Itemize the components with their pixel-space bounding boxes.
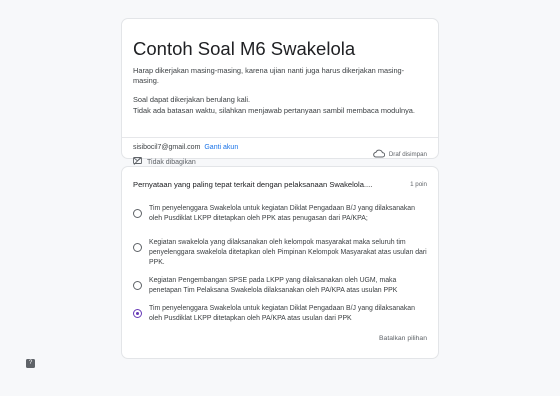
- draft-status-label: Draf disimpan: [388, 151, 427, 158]
- option-label: Tim penyelenggara Swakelola untuk kegiat…: [149, 205, 415, 222]
- form-description: Harap dikerjakan masing-masing, karena u…: [133, 66, 428, 116]
- radio-button[interactable]: [133, 281, 142, 290]
- answer-option[interactable]: Tim penyelenggara Swakelola untuk kegiat…: [133, 204, 429, 224]
- option-label: Kegiatan Pengembangan SPSE pada LKPP yan…: [149, 277, 398, 294]
- help-button[interactable]: ?: [26, 359, 35, 368]
- clear-selection-button[interactable]: Batalkan pilihan: [379, 335, 427, 342]
- answer-option[interactable]: Kegiatan swakelola yang dilaksanakan ole…: [133, 238, 429, 268]
- question-points: 1 poin: [410, 181, 427, 188]
- radio-button[interactable]: [133, 243, 142, 252]
- form-title: Contoh Soal M6 Swakelola: [133, 38, 356, 59]
- switch-account-link[interactable]: Ganti akun: [204, 144, 238, 151]
- radio-button[interactable]: [133, 209, 142, 218]
- description-line: Tidak ada batasan waktu, silahkan menjaw…: [133, 105, 415, 115]
- option-label: Tim penyelenggara Swakelola untuk kegiat…: [149, 305, 415, 322]
- form-header-card: Contoh Soal M6 Swakelola Harap dikerjaka…: [121, 18, 439, 166]
- account-row: sisibocil7@gmail.com Ganti akun: [133, 144, 238, 151]
- answer-option[interactable]: Tim penyelenggara Swakelola untuk kegiat…: [133, 304, 429, 324]
- option-label: Kegiatan swakelola yang dilaksanakan ole…: [149, 239, 427, 266]
- share-status-label: Tidak dibagikan: [147, 158, 196, 166]
- header-divider: [122, 137, 438, 138]
- question-text: Pernyataan yang paling tepat terkait den…: [133, 180, 373, 189]
- description-line: Harap dikerjakan masing-masing, karena u…: [133, 66, 405, 86]
- description-line: Soal dapat dikerjakan berulang kali.: [133, 95, 251, 105]
- answer-option[interactable]: Kegiatan Pengembangan SPSE pada LKPP yan…: [133, 276, 429, 296]
- account-email: sisibocil7@gmail.com: [133, 144, 201, 151]
- radio-button-selected[interactable]: [133, 309, 142, 318]
- question-card: Pernyataan yang paling tepat terkait den…: [121, 166, 439, 359]
- draft-status: Draf disimpan: [372, 149, 427, 160]
- cloud-saved-icon: [372, 149, 385, 160]
